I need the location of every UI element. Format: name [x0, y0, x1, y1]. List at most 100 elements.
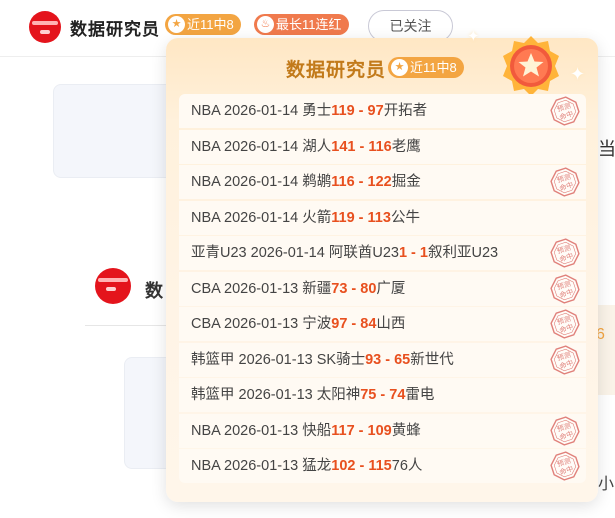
background-text-fragment: 小 [598, 476, 615, 493]
record-league: 韩篮甲 [191, 387, 235, 403]
record-away-score: 80 [360, 280, 377, 297]
record-row: 韩篮甲 2026-01-13 SK骑士93 - 65新世代 预测 命中 [179, 342, 586, 377]
record-home-score: 93 [365, 351, 382, 368]
avatar-logo-mark [32, 21, 58, 25]
record-home-score: 1 [398, 245, 408, 261]
record-date: 2026-01-14 [224, 138, 299, 155]
record-home-score: 75 [360, 387, 377, 403]
record-row: NBA 2026-01-14 火箭119 - 113公牛 [179, 200, 586, 235]
record-row: NBA 2026-01-14 勇士119 - 97开拓者 预测 命中 [179, 94, 586, 128]
prediction-hit-stamp: 预测命中 [550, 344, 580, 375]
record-popover: ✦ ✦ 数据研究员 ★ 近11中8 NBA 2026-01-14 勇士119 -… [166, 28, 598, 502]
record-home-team: SK骑士 [316, 351, 366, 368]
record-separator: - [347, 280, 361, 297]
record-home-team: 宁波 [302, 316, 332, 332]
record-league: NBA [191, 422, 221, 439]
record-away-team: 76人 [391, 458, 423, 474]
recent-record-badge: ★ 近11中8 [165, 14, 241, 35]
flame-icon: ♨ [257, 16, 274, 33]
record-league: CBA [191, 316, 221, 332]
record-home-score: 116 [331, 174, 355, 190]
record-row: 亚青U23 2026-01-14 阿联酋U231 - 1叙利亚U23 预测 命中 [179, 236, 586, 270]
avatar[interactable] [95, 268, 131, 304]
record-row: NBA 2026-01-14 鹈鹕116 - 122掘金 预测 命中 [179, 165, 586, 199]
record-row: NBA 2026-01-14 湖人141 - 116老鹰 [179, 129, 586, 164]
record-away-score: 115 [368, 458, 392, 474]
prediction-hit-stamp: 预测命中 [550, 96, 580, 126]
background-expert-name: 数 [145, 281, 163, 301]
record-home-team: 鹈鹕 [302, 174, 332, 190]
background-text-fragment: 当 [598, 139, 615, 159]
record-date: 2026-01-14 [224, 209, 299, 226]
record-home-team: 阿联酋U23 [328, 245, 399, 261]
sparkle-icon: ✦ [467, 28, 480, 45]
expert-name[interactable]: 数据研究员 [70, 15, 160, 40]
record-home-score: 141 [331, 138, 356, 155]
record-away-team: 公牛 [390, 209, 420, 226]
record-date: 2026-01-14 [224, 103, 299, 119]
record-league: NBA [191, 174, 221, 190]
record-home-score: 102 [331, 458, 356, 474]
record-away-team: 黄蜂 [391, 422, 421, 439]
record-separator: - [354, 422, 368, 439]
record-home-score: 73 [331, 280, 348, 297]
prediction-hit-stamp: 预测命中 [550, 451, 580, 481]
avatar[interactable] [29, 11, 61, 43]
record-home-score: 119 [331, 103, 355, 119]
record-date: 2026-01-13 [224, 422, 299, 439]
record-away-team: 雷电 [405, 387, 435, 403]
record-date: 2026-01-13 [224, 458, 299, 474]
record-row: NBA 2026-01-13 快船117 - 109黄蜂 预测 命中 [179, 413, 586, 448]
prediction-hit-stamp: 预测命中 [550, 415, 580, 446]
record-row: 韩篮甲 2026-01-13 太阳神75 - 74雷电 [179, 378, 586, 412]
record-home-score: 97 [331, 316, 348, 332]
record-away-score: 109 [367, 422, 392, 439]
record-league: CBA [191, 280, 221, 297]
record-away-score: 74 [389, 387, 406, 403]
record-home-score: 117 [331, 422, 355, 439]
record-date: 2026-01-14 [224, 174, 299, 190]
record-separator: - [354, 209, 368, 226]
record-separator: - [376, 387, 390, 403]
record-date: 2026-01-13 [238, 351, 313, 368]
record-away-team: 广厦 [376, 280, 406, 297]
sparkle-icon: ✦ [570, 64, 586, 84]
record-list: NBA 2026-01-14 勇士119 - 97开拓者 预测 命中 NBA 2026… [179, 94, 586, 483]
record-home-team: 快船 [302, 422, 332, 439]
record-away-team: 山西 [376, 316, 406, 332]
record-separator: - [355, 138, 369, 155]
star-icon: ★ [168, 16, 185, 33]
record-separator: - [354, 103, 368, 119]
record-home-team: 新疆 [302, 280, 332, 297]
record-separator: - [355, 458, 369, 474]
win-streak-badge: ♨ 最长11连红 [254, 14, 349, 35]
record-row: CBA 2026-01-13 新疆73 - 80广厦 预测 命中 [179, 271, 586, 306]
avatar-logo-mark [106, 287, 116, 291]
record-home-team: 勇士 [302, 103, 332, 119]
record-away-score: 65 [394, 351, 411, 368]
prediction-hit-stamp: 预测命中 [550, 309, 580, 339]
record-league: 韩篮甲 [191, 351, 235, 368]
record-away-team: 新世代 [410, 351, 454, 368]
record-league: NBA [191, 209, 221, 226]
record-away-score: 1 [419, 245, 428, 261]
record-away-score: 97 [367, 103, 384, 119]
record-league: NBA [191, 103, 221, 119]
prediction-hit-stamp: 预测命中 [550, 167, 580, 197]
prediction-hit-stamp: 预测命中 [550, 238, 580, 268]
record-date: 2026-01-13 [224, 280, 299, 297]
record-away-team: 老鹰 [391, 138, 421, 155]
record-league: 亚青U23 [191, 245, 247, 261]
record-league: NBA [191, 458, 221, 474]
record-away-score: 116 [368, 138, 392, 155]
record-home-score: 119 [331, 209, 355, 226]
avatar-logo-mark [40, 30, 50, 34]
record-date: 2026-01-14 [250, 245, 325, 261]
record-home-team: 太阳神 [316, 387, 361, 403]
record-home-team: 火箭 [302, 209, 332, 226]
record-away-score: 122 [367, 174, 392, 190]
recent-record-text: 近11中8 [410, 60, 457, 75]
star-icon: ★ [391, 59, 408, 76]
record-row: CBA 2026-01-13 宁波97 - 84山西 预测 命中 [179, 307, 586, 341]
avatar-logo-mark [98, 278, 128, 282]
